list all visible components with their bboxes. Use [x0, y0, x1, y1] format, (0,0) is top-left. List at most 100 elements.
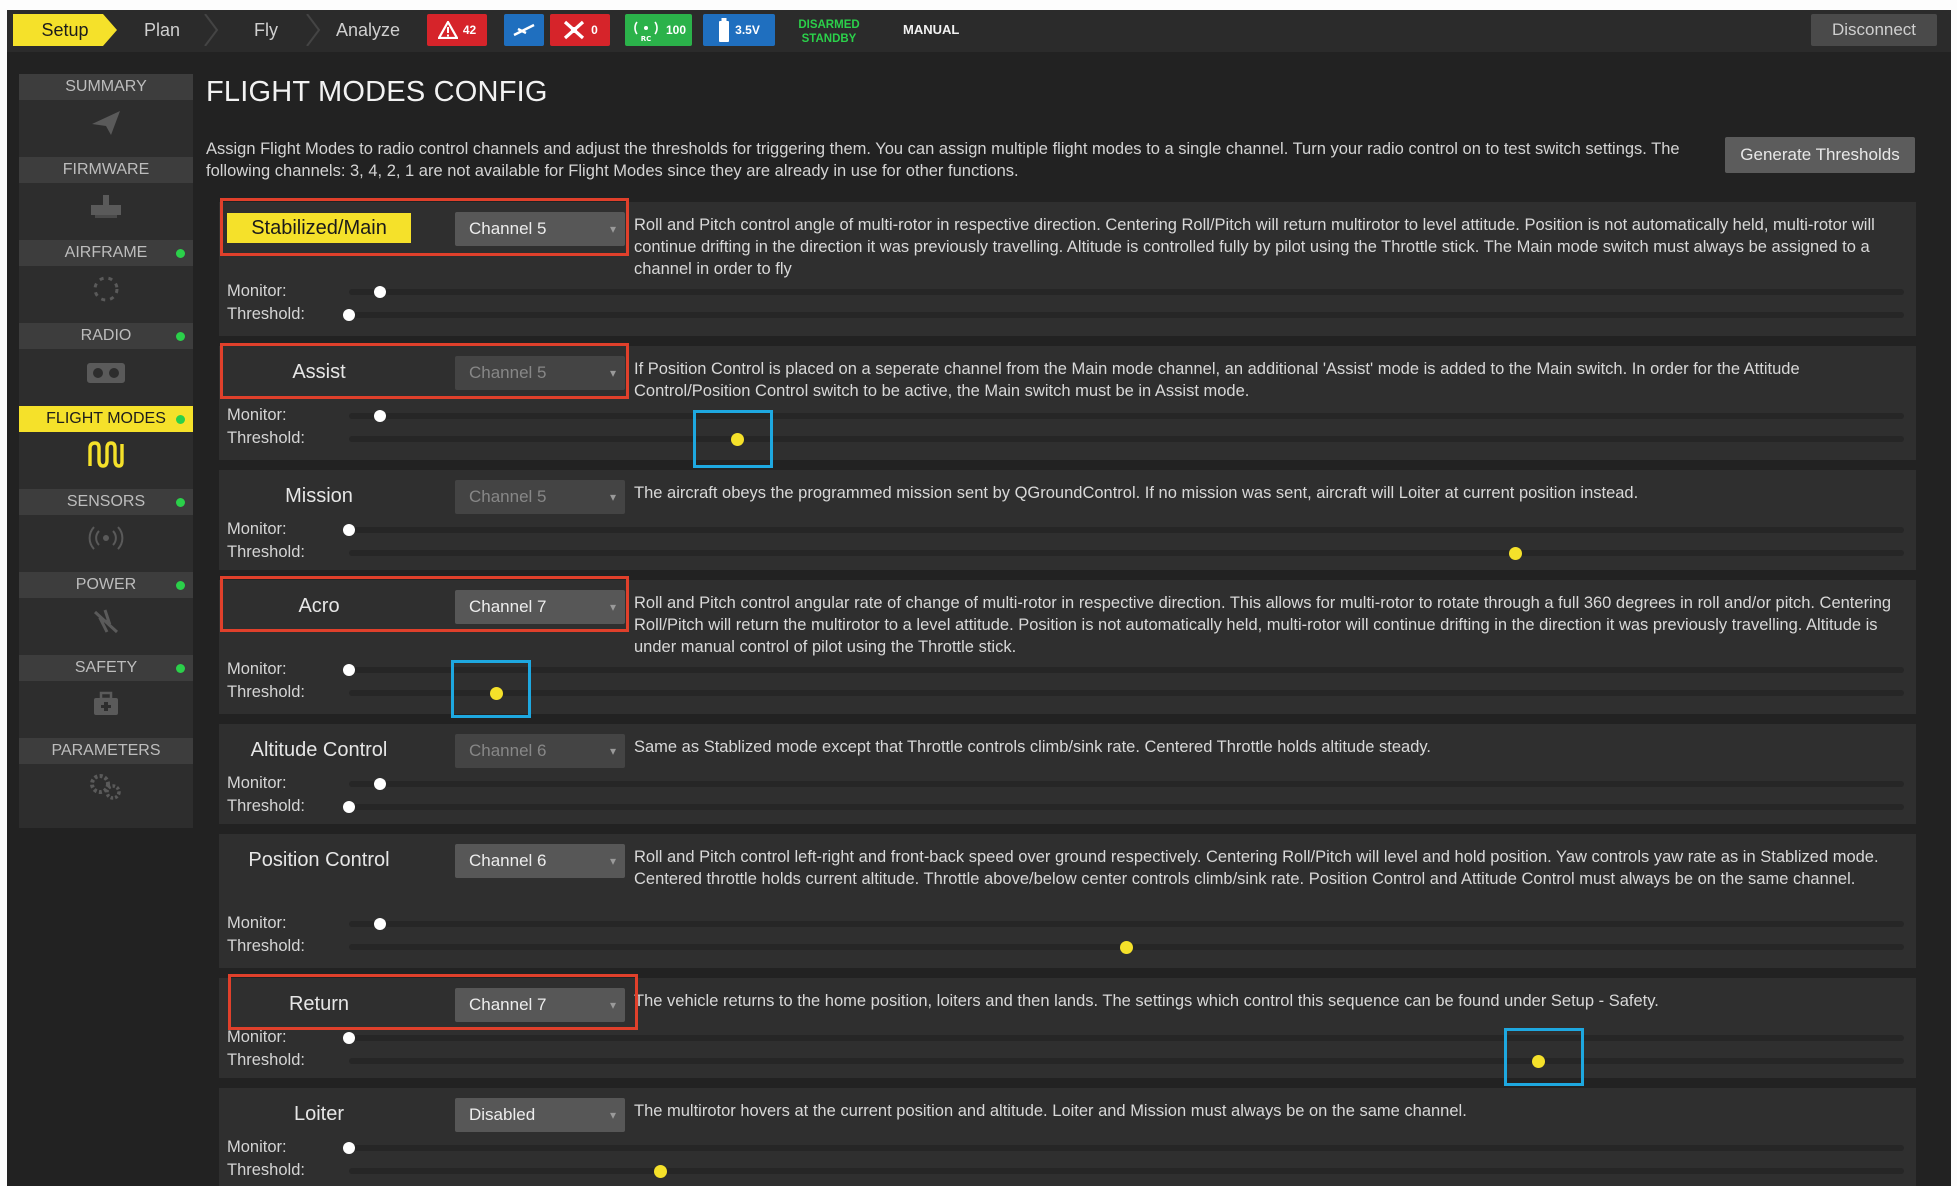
threshold-handle[interactable]	[1508, 546, 1522, 560]
rc-rssi-value: 100	[665, 23, 687, 37]
threshold-slider[interactable]	[349, 686, 1904, 700]
warning-icon	[437, 21, 458, 39]
monitor-track	[349, 410, 1904, 422]
monitor-indicator	[343, 1142, 355, 1154]
sidebar-item-label: AIRFRAME	[19, 240, 193, 266]
monitor-indicator	[343, 524, 355, 536]
threshold-label: Threshold:	[227, 543, 305, 561]
power-icon	[86, 605, 126, 637]
sidebar-item-label: RADIO	[19, 323, 193, 349]
threshold-label: Threshold:	[227, 305, 305, 323]
monitor-label: Monitor:	[227, 1028, 287, 1046]
threshold-label: Threshold:	[227, 1051, 305, 1069]
monitor-track	[349, 286, 1904, 298]
mode-description: Same as Stablized mode except that Throt…	[634, 738, 1431, 756]
chevron-down-icon: ▾	[609, 854, 616, 868]
annotation-red-box	[220, 343, 629, 399]
monitor-indicator	[343, 664, 355, 676]
annotation-red-box	[228, 974, 638, 1030]
tab-setup[interactable]: Setup	[13, 14, 117, 46]
threshold-label: Threshold:	[227, 1161, 305, 1179]
gps-indicator[interactable]: 0	[550, 14, 610, 46]
sidebar-item-label: SUMMARY	[19, 74, 193, 100]
channel-value: Channel 6	[469, 851, 547, 870]
monitor-track	[343, 524, 1904, 536]
mode-name: Mission	[285, 485, 353, 507]
threshold-slider[interactable]	[349, 432, 1904, 446]
tab-fly[interactable]: Fly	[221, 14, 311, 46]
monitor-label: Monitor:	[227, 774, 287, 792]
annotation-blue-box	[1504, 1028, 1584, 1086]
generate-thresholds-button[interactable]: Generate Thresholds	[1725, 137, 1915, 173]
mode-description: The vehicle returns to the home position…	[634, 992, 1659, 1010]
firmware-icon	[86, 190, 126, 222]
threshold-handle[interactable]	[653, 1164, 667, 1178]
annotation-blue-box	[451, 660, 531, 718]
mode-description: The aircraft obeys the programmed missio…	[634, 484, 1639, 502]
threshold-handle[interactable]	[343, 801, 355, 813]
threshold-slider[interactable]	[343, 801, 1904, 813]
threshold-slider[interactable]	[349, 1054, 1904, 1068]
monitor-track	[349, 778, 1904, 790]
channel-value: Channel 6	[469, 741, 547, 760]
safety-icon	[86, 688, 126, 720]
threshold-slider[interactable]	[349, 940, 1904, 954]
mode-description: The multirotor hovers at the current pos…	[634, 1102, 1467, 1120]
mode-description: Roll and Pitch control angular rate of c…	[634, 594, 1892, 656]
threshold-label: Threshold:	[227, 429, 305, 447]
battery-indicator[interactable]: 3.5V	[703, 14, 775, 46]
sidebar-item-label: SENSORS	[19, 489, 193, 515]
status-ok-dot	[176, 249, 185, 258]
mode-description: Roll and Pitch control left-right and fr…	[634, 848, 1879, 888]
sidebar-item-label: FIRMWARE	[19, 157, 193, 183]
mode-name: Altitude Control	[250, 739, 388, 761]
channel-select[interactable]: Disabled ▾	[455, 1098, 625, 1132]
messages-indicator[interactable]: 42	[427, 14, 487, 46]
mode-name: Loiter	[293, 1103, 345, 1125]
mode-row-loiter: Loiter Disabled ▾ The multirotor hovers a…	[219, 1088, 1916, 1186]
rc-signal-icon: RC	[634, 21, 658, 42]
channel-select[interactable]: Channel 5 ▾	[455, 480, 625, 514]
parameters-icon	[86, 771, 126, 803]
mode-row-position-control: Position Control Channel 6 ▾ Roll and Pit…	[219, 834, 1916, 968]
threshold-label: Threshold:	[227, 937, 305, 955]
gps-satellite-icon	[564, 20, 585, 40]
paper-plane-icon	[86, 107, 126, 139]
rc-rssi-indicator[interactable]: RC 100	[625, 14, 692, 46]
chevron-down-icon: ▾	[609, 490, 616, 504]
arm-state: DISARMED	[798, 19, 860, 31]
annotation-red-box	[220, 198, 629, 256]
threshold-slider[interactable]	[349, 546, 1904, 560]
status-ok-dot	[176, 498, 185, 507]
vehicle-icon	[513, 23, 535, 37]
tab-plan[interactable]: Plan	[123, 14, 201, 46]
threshold-slider[interactable]	[349, 1164, 1904, 1178]
channel-value: Disabled	[469, 1105, 536, 1124]
monitor-track	[343, 1142, 1904, 1154]
chevron-right-icon	[204, 14, 219, 46]
monitor-track	[349, 918, 1904, 930]
tab-analyze[interactable]: Analyze	[323, 14, 413, 46]
monitor-label: Monitor:	[227, 406, 287, 424]
threshold-handle[interactable]	[343, 309, 355, 321]
sidebar-item-label: SAFETY	[19, 655, 193, 681]
threshold-handle[interactable]	[1120, 940, 1133, 954]
threshold-slider[interactable]	[343, 309, 1904, 321]
flight-mode-indicator[interactable]: MANUAL	[903, 22, 959, 37]
sensors-icon	[86, 522, 126, 554]
vehicle-indicator[interactable]	[504, 14, 544, 46]
arming-status[interactable]: DISARMED STANDBY	[789, 18, 869, 46]
monitor-indicator	[374, 918, 387, 930]
monitor-indicator	[343, 1032, 355, 1044]
help-text: Assign Flight Modes to radio control cha…	[206, 140, 1680, 180]
disconnect-button[interactable]: Disconnect	[1811, 14, 1937, 46]
setup-sidebar: SUMMARY FIRMWARE AIRFRAME RADIO FLIGHT M…	[19, 74, 193, 828]
main-toolbar: Setup Plan Fly Analyze 42 0 RC 100 3.5V …	[7, 10, 1951, 52]
mode-row-altitude-control: Altitude Control Channel 6 ▾ Same as Stab…	[219, 724, 1916, 824]
rc-icon-label: RC	[641, 35, 652, 42]
channel-select[interactable]: Channel 6 ▾	[455, 734, 625, 768]
monitor-track	[343, 664, 1904, 676]
channel-value: Channel 5	[469, 487, 547, 506]
monitor-label: Monitor:	[227, 660, 287, 678]
channel-select[interactable]: Channel 6 ▾	[455, 844, 625, 878]
